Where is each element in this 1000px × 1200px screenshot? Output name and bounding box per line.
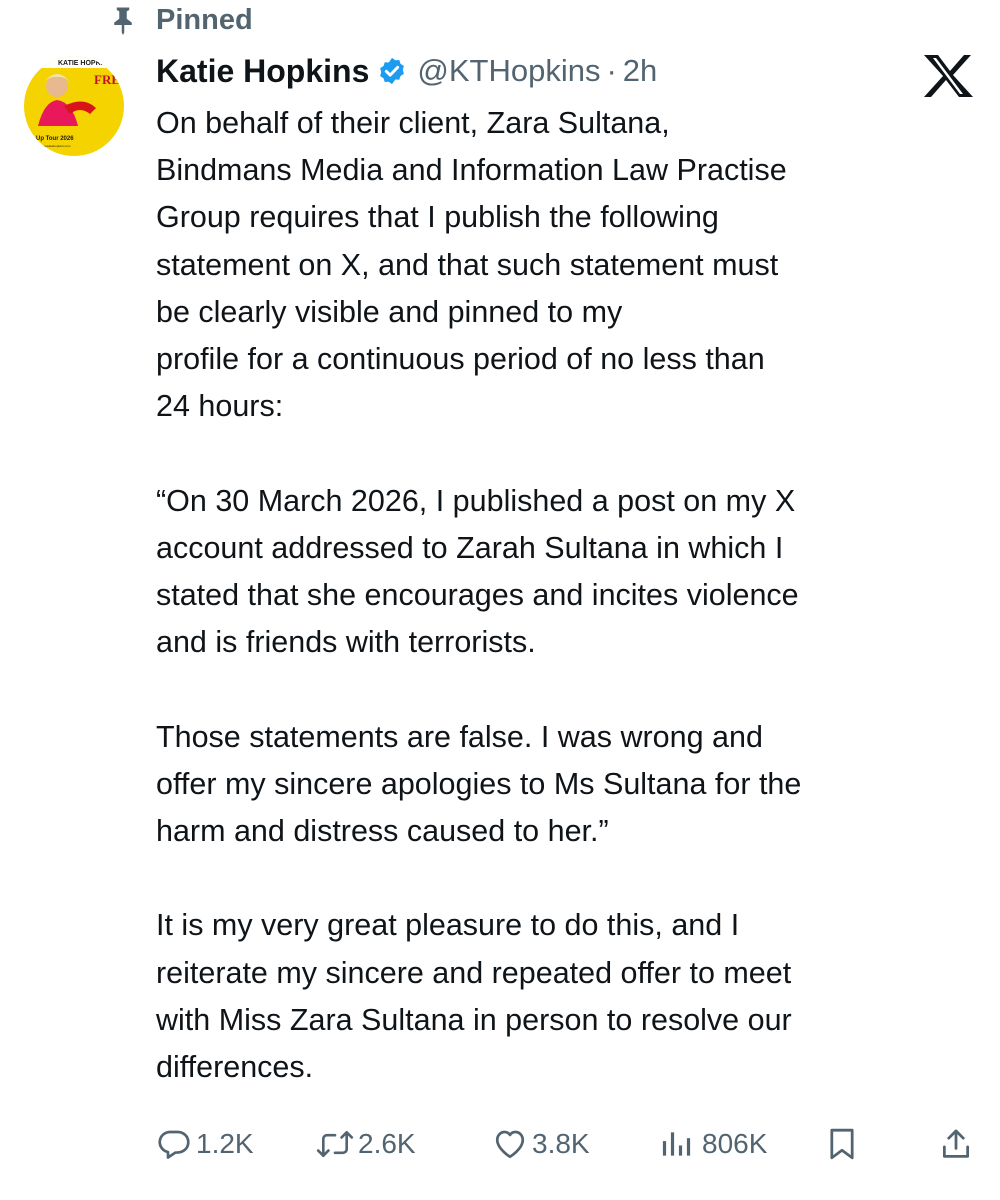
tweet-line: Those statements are false. I was wrong … bbox=[156, 719, 763, 754]
tweet-line: profile for a continuous period of no le… bbox=[156, 342, 765, 377]
tweet-line: “On 30 March 2026, I published a post on… bbox=[156, 483, 796, 518]
reply-icon bbox=[156, 1126, 192, 1162]
avatar[interactable]: KATIE HOPKINS FREE RANGE Up Tour 2026 ww… bbox=[24, 56, 124, 156]
tweet-line: be clearly visible and pinned to my bbox=[156, 294, 623, 329]
like-button[interactable]: 3.8K bbox=[492, 1122, 590, 1166]
tweet-action-bar: 1.2K 2.6K 3.8K 806K bbox=[156, 1122, 976, 1166]
tweet-line: It is my very great pleasure to do this,… bbox=[156, 908, 740, 943]
tweet-line: harm and distress caused to her.” bbox=[156, 814, 609, 849]
like-count: 3.8K bbox=[532, 1128, 590, 1159]
tweet-line: statement on X, and that such statement … bbox=[156, 247, 779, 282]
views-icon bbox=[660, 1126, 692, 1162]
pinned-indicator: Pinned bbox=[108, 0, 253, 40]
bookmark-button[interactable] bbox=[826, 1122, 858, 1166]
verified-badge-icon bbox=[377, 56, 407, 86]
share-button[interactable] bbox=[940, 1122, 972, 1166]
avatar-name-text: KATIE HOPKINS bbox=[58, 60, 113, 67]
tweet-line: with Miss Zara Sultana in person to reso… bbox=[156, 1002, 792, 1037]
tweet-line: Group requires that I publish the follow… bbox=[156, 200, 719, 235]
tweet-paragraph: Those statements are false. I was wrong … bbox=[156, 714, 986, 856]
tweet-line: 24 hours: bbox=[156, 389, 284, 424]
tweet-line: reiterate my sincere and repeated offer … bbox=[156, 955, 792, 990]
author-handle[interactable]: @KTHopkins bbox=[417, 53, 600, 89]
tweet-paragraph: It is my very great pleasure to do this,… bbox=[156, 902, 986, 1091]
tweet-line: and is friends with terrorists. bbox=[156, 625, 536, 660]
repost-count: 2.6K bbox=[358, 1128, 416, 1159]
reply-button[interactable]: 1.2K bbox=[156, 1122, 254, 1166]
header-separator: · bbox=[606, 53, 617, 88]
tweet-line: offer my sincere apologies to Ms Sultana… bbox=[156, 766, 802, 801]
repost-icon bbox=[316, 1126, 354, 1162]
views-count: 806K bbox=[702, 1128, 768, 1159]
tweet-paragraph: On behalf of their client, Zara Sultana,… bbox=[156, 100, 986, 430]
avatar-tour-text: Up Tour 2026 bbox=[36, 136, 74, 142]
pinned-label: Pinned bbox=[156, 3, 253, 36]
reply-count: 1.2K bbox=[196, 1128, 254, 1159]
tweet-timestamp[interactable]: 2h bbox=[623, 53, 657, 89]
tweet-header: Katie Hopkins @KTHopkins · 2h bbox=[156, 50, 657, 92]
views-button[interactable]: 806K bbox=[660, 1122, 767, 1166]
share-icon bbox=[940, 1126, 972, 1162]
repost-button[interactable]: 2.6K bbox=[316, 1122, 416, 1166]
bookmark-icon bbox=[826, 1126, 858, 1162]
tweet-line: On behalf of their client, Zara Sultana, bbox=[156, 106, 670, 140]
x-logo-icon bbox=[922, 54, 974, 98]
tweet-line: differences. bbox=[156, 1050, 314, 1085]
avatar-show-title: FREE RANGE bbox=[94, 72, 124, 87]
tweet-text: On behalf of their client, Zara Sultana,… bbox=[156, 100, 986, 1091]
author-display-name[interactable]: Katie Hopkins bbox=[156, 53, 369, 90]
avatar-website-text: www.katiehopkins.com bbox=[40, 144, 71, 148]
tweet-paragraph: “On 30 March 2026, I published a post on… bbox=[156, 478, 986, 667]
heart-icon bbox=[492, 1126, 528, 1162]
tweet-line: account addressed to Zarah Sultana in wh… bbox=[156, 530, 784, 565]
pin-icon bbox=[108, 5, 138, 35]
tweet-line: Bindmans Media and Information Law Pract… bbox=[156, 153, 787, 188]
tweet-line: stated that she encourages and incites v… bbox=[156, 578, 799, 613]
